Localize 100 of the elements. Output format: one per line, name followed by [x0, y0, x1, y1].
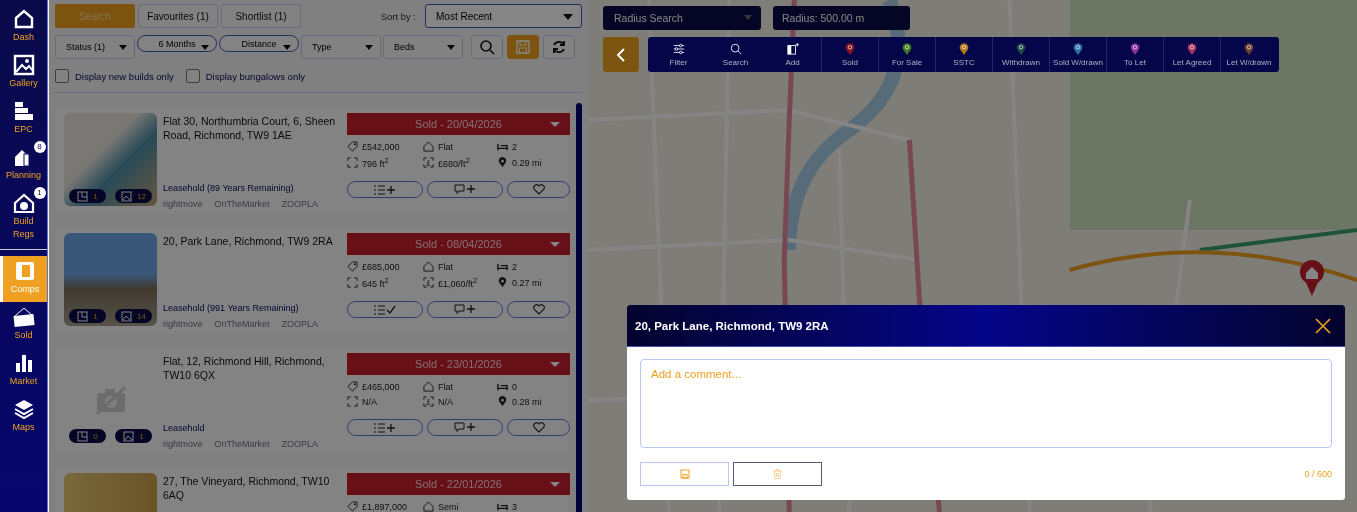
- back-button[interactable]: [603, 37, 639, 72]
- house-icon: [423, 381, 434, 392]
- close-icon: [1315, 317, 1331, 334]
- beds-text: 3: [497, 501, 570, 512]
- tenure-text: Leasehold: [163, 423, 206, 433]
- sidebar-item[interactable]: 8 Planning: [0, 142, 47, 188]
- portal-logo[interactable]: ZOOPLA: [281, 319, 319, 329]
- price-tag-icon: [347, 261, 358, 272]
- comment-add-icon: [454, 422, 476, 433]
- add-comment-button[interactable]: [427, 181, 503, 198]
- toolbar-button[interactable]: Sold: [821, 37, 878, 72]
- photo-count[interactable]: 1: [115, 429, 152, 443]
- filter-dropdown[interactable]: Distance: [219, 35, 299, 52]
- floorplan-count[interactable]: 1: [69, 189, 106, 203]
- list-check-icon: [374, 304, 396, 315]
- sidebar-item[interactable]: Sold: [0, 302, 47, 348]
- count-badge: 8: [33, 141, 46, 153]
- bed-icon: [497, 261, 508, 272]
- shortlist-button[interactable]: [347, 181, 423, 198]
- shortlist-button[interactable]: [347, 419, 423, 436]
- add-comment-button[interactable]: [427, 301, 503, 318]
- floorplan-count[interactable]: 1: [69, 309, 106, 323]
- floorplan-icon: [77, 310, 89, 322]
- image-icon: [121, 190, 133, 202]
- price-text: £1,897,000: [347, 501, 423, 512]
- refresh-button[interactable]: [543, 35, 575, 59]
- comment-add-icon: [454, 304, 476, 315]
- toolbar-button[interactable]: Search: [707, 37, 764, 72]
- heart-icon: [532, 184, 545, 195]
- toolbar-button[interactable]: Sold W/drawn: [1049, 37, 1106, 72]
- filter-dropdown[interactable]: Status (1): [55, 35, 135, 59]
- checkbox-label: Display bungalows only: [205, 70, 306, 82]
- beds-text: 0: [497, 381, 570, 392]
- toolbar-button[interactable]: Withdrawn: [992, 37, 1049, 72]
- count-badge: 1: [33, 187, 46, 199]
- search-mode-dropdown[interactable]: Radius Search: [603, 6, 761, 30]
- photo-count[interactable]: 14: [115, 309, 152, 323]
- scrollbar[interactable]: [576, 103, 582, 512]
- tenure-text: Leasehold (991 Years Remaining): [163, 303, 300, 313]
- favourite-button[interactable]: [507, 301, 570, 318]
- type-text: Flat: [423, 381, 497, 392]
- portal-logo[interactable]: ZOOPLA: [281, 439, 319, 449]
- sidebar-item[interactable]: Dash: [0, 4, 47, 50]
- portal-logo[interactable]: rightmove: [163, 199, 203, 209]
- sidebar-item[interactable]: 1 Build Regs: [0, 188, 47, 247]
- delete-comment-button[interactable]: [733, 462, 822, 486]
- comment-field[interactable]: Add a comment...: [640, 359, 1332, 448]
- portal-logo[interactable]: OnTheMarket: [214, 319, 270, 329]
- sidebar-item[interactable]: Market: [0, 348, 47, 394]
- favourite-button[interactable]: [507, 181, 570, 198]
- filter-dropdown[interactable]: Beds: [383, 35, 463, 59]
- property-address[interactable]: Flat 30, Northumbria Court, 6, Sheen Road, Richmond, TW9 1AE: [163, 114, 341, 142]
- floorplan-count[interactable]: 0: [69, 429, 106, 443]
- property-address[interactable]: 20, Park Lane, Richmond, TW9 2RA: [163, 234, 341, 248]
- portal-logo[interactable]: rightmove: [163, 439, 203, 449]
- toolbar-button[interactable]: To Let: [1106, 37, 1163, 72]
- price-per-area-icon: [423, 157, 434, 168]
- add-comment-button[interactable]: [427, 419, 503, 436]
- location-pin-icon: [497, 396, 508, 407]
- property-address[interactable]: Flat, 12, Richmond Hill, Richmond, TW10 6QX: [163, 354, 341, 382]
- sliders-icon: [672, 42, 685, 55]
- close-button[interactable]: [1315, 317, 1331, 334]
- portal-logo[interactable]: OnTheMarket: [214, 439, 270, 449]
- area-text: 645 ft$^{2}$: [347, 276, 423, 289]
- area-text: 796 ft$^{2}$: [347, 156, 423, 169]
- filter-dropdown[interactable]: 6 Months: [137, 35, 217, 52]
- distance-text: 0.28 mi: [497, 396, 570, 407]
- distance-text: 0.29 mi: [497, 156, 570, 169]
- photo-count[interactable]: 12: [115, 189, 152, 203]
- sidebar-item[interactable]: Maps: [0, 394, 47, 440]
- portal-logo[interactable]: ZOOPLA: [281, 199, 319, 209]
- house-check-icon: [12, 192, 35, 214]
- sidebar-item[interactable]: Gallery: [0, 50, 47, 96]
- search-button[interactable]: [471, 35, 503, 59]
- property-address[interactable]: 27, The Vineyard, Richmond, TW10 6AQ: [163, 474, 341, 502]
- checkbox[interactable]: [185, 69, 200, 83]
- price-per-area-text: £680/ft$^{2}$: [423, 156, 497, 169]
- toolbar-button[interactable]: Filter: [650, 37, 707, 72]
- distance-text: 0.27 mi: [497, 276, 570, 289]
- price-per-area-text: £1,060/ft$^{2}$: [423, 276, 497, 289]
- toolbar-button[interactable]: Add: [764, 37, 821, 72]
- type-text: Semi: [423, 501, 497, 512]
- portal-logo[interactable]: rightmove: [163, 319, 203, 329]
- sort-dropdown[interactable]: Most Recent: [425, 4, 582, 28]
- map-pin-icon[interactable]: [1299, 260, 1324, 296]
- favourite-button[interactable]: [507, 419, 570, 436]
- portal-logo[interactable]: OnTheMarket: [214, 199, 270, 209]
- toolbar-button[interactable]: Let W/drawn: [1220, 37, 1277, 72]
- checkbox[interactable]: [55, 69, 69, 83]
- filter-dropdown[interactable]: Type: [301, 35, 381, 59]
- sidebar-item[interactable]: EPC: [0, 96, 47, 142]
- toolbar-button[interactable]: For Sale: [878, 37, 935, 72]
- radius-field[interactable]: Radius: 500.00 m: [773, 6, 910, 30]
- toolbar-button[interactable]: Let Agreed: [1163, 37, 1220, 72]
- tab[interactable]: Favourites (1): [138, 4, 218, 28]
- shortlist-button[interactable]: [347, 301, 423, 318]
- price-tag-icon: [347, 141, 358, 152]
- toolbar-button[interactable]: SSTC: [935, 37, 992, 72]
- price-per-area-icon: [423, 277, 434, 288]
- tab[interactable]: Shortlist (1): [221, 4, 301, 28]
